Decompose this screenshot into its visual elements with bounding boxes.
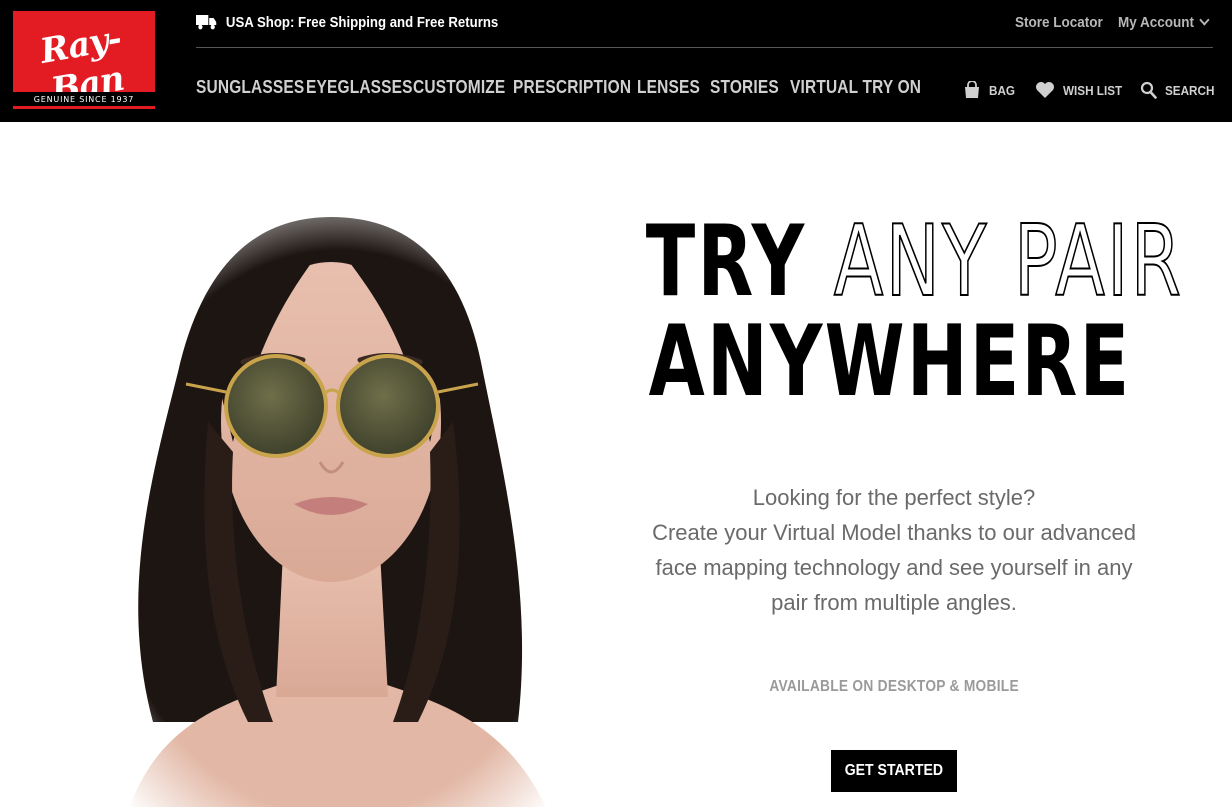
description-line: Create your Virtual Model thanks to our … [652, 520, 1136, 545]
nav-virtual-try-on[interactable]: VIRTUAL TRY ON [790, 77, 921, 98]
availability-note: AVAILABLE ON DESKTOP & MOBILE [612, 678, 1176, 696]
get-started-button[interactable]: GET STARTED [831, 750, 957, 792]
headline-line-1: TRY ANY PAIR [646, 211, 1182, 313]
nav-eyeglasses[interactable]: EYEGLASSES [306, 77, 413, 98]
description-line: face mapping technology and see yourself… [655, 555, 1133, 580]
headline-line-2: ANYWHERE [648, 305, 1132, 419]
nav-prescription[interactable]: PRESCRIPTION [513, 77, 631, 98]
store-locator-link[interactable]: Store Locator [1015, 11, 1103, 33]
search-icon [1140, 81, 1157, 99]
get-started-label: GET STARTED [844, 762, 944, 779]
chevron-down-icon [1199, 13, 1210, 26]
nav-customize[interactable]: CUSTOMIZE [413, 77, 505, 98]
virtual-model-photo [58, 122, 620, 807]
heart-icon [1036, 82, 1054, 98]
site-header: Ray-Ban GENUINE SINCE 1937 USA Shop: Fre… [0, 0, 1232, 122]
promo-banner[interactable]: USA Shop: Free Shipping and Free Returns [196, 11, 498, 33]
my-account-menu[interactable]: My Account [1118, 11, 1210, 33]
logo-tagline: GENUINE SINCE 1937 [13, 92, 155, 106]
my-account-label: My Account [1118, 13, 1195, 31]
truck-icon [196, 15, 217, 30]
headline-any-pair: ANY PAIR [833, 205, 1184, 319]
bag-label: BAG [989, 82, 1016, 98]
header-divider [196, 47, 1213, 48]
hero-headline: TRY ANY PAIR ANYWHERE [560, 211, 1220, 419]
ray-ban-logo[interactable]: Ray-Ban GENUINE SINCE 1937 [13, 11, 155, 111]
nav-sunglasses[interactable]: SUNGLASSES [196, 77, 304, 98]
availability-text: AVAILABLE ON DESKTOP & MOBILE [769, 678, 1019, 695]
search-button[interactable]: SEARCH [1140, 78, 1220, 102]
wishlist-label: WISH LIST [1063, 82, 1123, 98]
headline-try: TRY [645, 205, 807, 319]
description-line: pair from multiple angles. [771, 590, 1017, 615]
hero-description: Looking for the perfect style? Create yo… [612, 480, 1176, 620]
model-illustration [58, 122, 620, 807]
wishlist-button[interactable]: WISH LIST [1035, 78, 1129, 102]
promo-text: USA Shop: Free Shipping and Free Returns [225, 13, 499, 31]
search-label: SEARCH [1165, 82, 1215, 98]
description-line: Looking for the perfect style? [752, 485, 1036, 510]
nav-stories[interactable]: STORIES [710, 77, 779, 98]
bag-icon [965, 81, 979, 98]
bag-button[interactable]: BAG [963, 78, 1018, 102]
nav-lenses[interactable]: LENSES [637, 77, 700, 98]
